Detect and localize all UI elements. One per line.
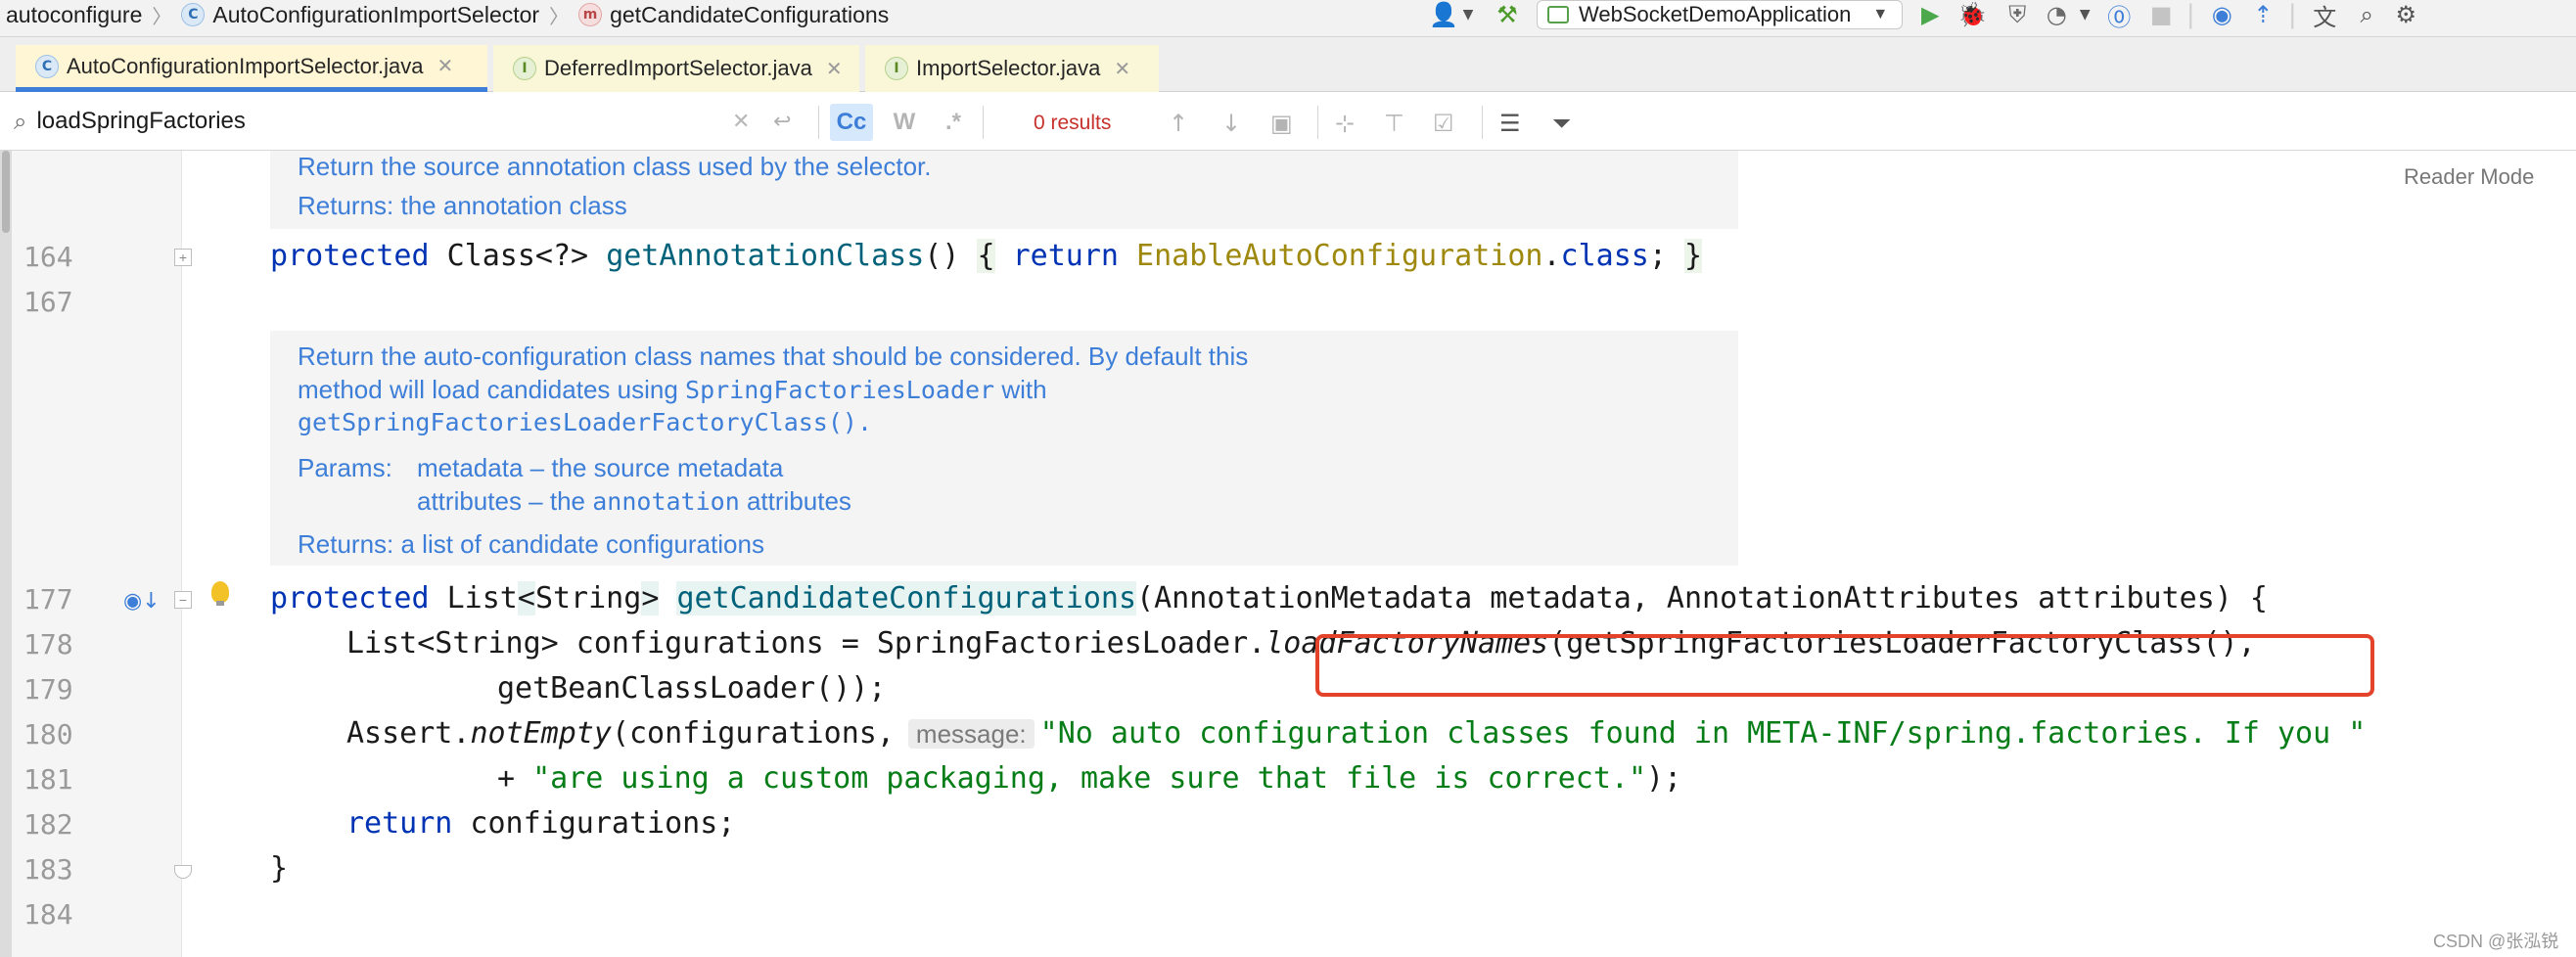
spring-app-icon <box>1547 6 1569 23</box>
doc-returns: Returns: the annotation class <box>298 191 627 220</box>
left-scroll-strip[interactable] <box>0 151 12 957</box>
close-icon[interactable]: ✕ <box>1114 57 1130 81</box>
line-number: 181 <box>23 763 73 796</box>
separator-icon: | <box>2287 0 2297 29</box>
lightbulb-icon[interactable] <box>211 581 229 606</box>
doc-text: method will load candidates using Spring… <box>298 375 1047 404</box>
main-toolbar: 👤 ▼ ⚒ WebSocketDemoApplication ▼ ▶ 🐞 ⛨ ◔… <box>1429 0 2425 31</box>
highlight-annotation-box <box>1315 634 2374 697</box>
editor-tab-bar: C AutoConfigurationImportSelector.java ✕… <box>0 37 2576 92</box>
search-icon[interactable]: ⌕ <box>2347 0 2386 29</box>
code-line-177: protected List<String> getCandidateConfi… <box>270 581 2268 615</box>
separator <box>1482 106 1483 139</box>
class-icon: C <box>181 3 206 26</box>
help-circle-icon[interactable]: ⓪ <box>2096 0 2141 31</box>
tab-deferredimportselector[interactable]: I DeferredImportSelector.java ✕ <box>493 45 859 92</box>
separator-icon: | <box>2185 0 2195 29</box>
code-line-179: getBeanClassLoader()); <box>497 671 887 706</box>
profile-icon[interactable]: ◔ <box>2040 0 2073 29</box>
line-number: 184 <box>23 898 73 931</box>
reader-mode-toggle[interactable]: Reader Mode <box>2404 164 2534 190</box>
coverage-icon[interactable]: ⛨ <box>1995 0 2040 29</box>
separator <box>983 106 984 139</box>
fold-icon[interactable]: + <box>174 249 192 266</box>
doc-text: Return the source annotation class used … <box>298 152 932 181</box>
code-line-181: + "are using a custom packaging, make su… <box>497 761 1682 796</box>
chevron-right-icon: 〉 <box>152 6 172 28</box>
stop-icon[interactable]: ■ <box>2141 0 2181 29</box>
whole-words-toggle[interactable]: W <box>887 104 922 141</box>
line-number: 180 <box>23 718 73 751</box>
fold-end-icon[interactable] <box>174 865 192 879</box>
doc-params-label: Params: <box>298 453 392 482</box>
line-number: 178 <box>23 628 73 661</box>
line-number: 177 <box>23 583 73 615</box>
code-line-180: Assert.notEmpty(configurations, message: "… <box>346 716 2367 751</box>
history-icon[interactable]: ↩ <box>773 110 791 134</box>
line-number: 167 <box>23 286 73 318</box>
user-icon[interactable]: 👤 <box>1429 0 1458 29</box>
close-icon[interactable]: ✕ <box>437 54 453 78</box>
doc-param: attributes – the annotation attributes <box>417 486 851 516</box>
implements-method-icon[interactable]: ◉↓ <box>123 589 161 614</box>
match-case-toggle[interactable]: Cc <box>830 104 873 141</box>
settings-icon[interactable]: ⚙ <box>2386 0 2425 29</box>
navigation-bar: autoconfigure 〉 C AutoConfigurationImpor… <box>0 0 2576 37</box>
plugin-icon[interactable]: ◉ <box>2200 0 2243 29</box>
filter-options-icon[interactable]: ☰ <box>1499 110 1521 137</box>
add-occurrence-icon[interactable]: ⊹ <box>1335 110 1355 137</box>
chevron-right-icon: 〉 <box>549 6 570 28</box>
build-hammer-icon[interactable]: ⚒ <box>1486 0 1529 29</box>
line-number: 183 <box>23 853 73 886</box>
debug-icon[interactable]: 🐞 <box>1950 0 1995 29</box>
search-icon: ⌕ <box>14 108 27 135</box>
code-editor[interactable]: Reader Mode Return the source annotation… <box>0 151 2576 957</box>
breadcrumb: autoconfigure 〉 C AutoConfigurationImpor… <box>6 0 889 29</box>
watermark: CSDN @张泓锐 <box>2433 932 2559 951</box>
search-input[interactable]: ⌕ loadSpringFactories ✕ ↩ <box>14 102 816 141</box>
doc-returns: Returns: a list of candidate configurati… <box>298 529 764 559</box>
separator <box>818 106 819 139</box>
chevron-down-icon[interactable]: ▼ <box>2073 0 2096 29</box>
doc-code-ref: getSpringFactoriesLoaderFactoryClass(). <box>298 408 872 436</box>
chevron-down-icon: ▼ <box>1872 6 1889 23</box>
remove-occurrence-icon[interactable]: ⊤ <box>1384 110 1404 137</box>
code-line-183: } <box>270 851 289 886</box>
find-bar: ⌕ loadSpringFactories ✕ ↩ Cc W .* 0 resu… <box>0 92 2576 151</box>
code-line-182: return configurations; <box>346 806 736 841</box>
parameter-hint: message: <box>907 719 1035 749</box>
run-configuration-selector[interactable]: WebSocketDemoApplication ▼ <box>1537 0 1904 29</box>
search-results-count: 0 results <box>1034 112 1112 134</box>
regex-toggle[interactable]: .* <box>936 104 971 141</box>
run-icon[interactable]: ▶ <box>1910 0 1950 29</box>
class-icon: C <box>35 54 59 78</box>
line-number: 179 <box>23 673 73 706</box>
fold-icon[interactable]: − <box>174 591 192 609</box>
separator <box>1317 106 1318 139</box>
chevron-down-icon[interactable]: ▼ <box>1458 0 1478 29</box>
breadcrumb-item-method[interactable]: m getCandidateConfigurations <box>578 2 889 28</box>
filter-icon[interactable]: ⏷ <box>1552 110 1571 137</box>
line-number: 164 <box>23 241 73 273</box>
line-number: 182 <box>23 808 73 841</box>
interface-icon: I <box>885 57 908 80</box>
arrow-up-icon[interactable]: ↑ <box>1169 110 1188 137</box>
doc-param: metadata – the source metadata <box>417 453 784 482</box>
tab-autoconfigurationimportselector[interactable]: C AutoConfigurationImportSelector.java ✕ <box>16 45 487 92</box>
breadcrumb-item-package[interactable]: autoconfigure <box>6 2 142 28</box>
clear-icon[interactable]: ✕ <box>732 109 750 134</box>
interface-icon: I <box>513 57 536 80</box>
select-occurrences-icon[interactable]: ☑ <box>1433 110 1454 137</box>
doc-text: Return the auto-configuration class name… <box>298 342 1249 371</box>
breadcrumb-item-class[interactable]: C AutoConfigurationImportSelector <box>181 2 539 28</box>
select-all-occurrences-icon[interactable]: ▣ <box>1270 110 1293 137</box>
method-icon: m <box>578 3 603 26</box>
code-line-164: protected Class<?> getAnnotationClass() … <box>270 239 1703 273</box>
arrow-down-icon[interactable]: ↓ <box>1221 110 1241 137</box>
close-icon[interactable]: ✕ <box>826 57 843 81</box>
vcs-update-icon[interactable]: ⇡ <box>2243 0 2282 29</box>
tab-importselector[interactable]: I ImportSelector.java ✕ <box>865 45 1159 92</box>
translate-icon[interactable]: 文 <box>2302 0 2347 31</box>
